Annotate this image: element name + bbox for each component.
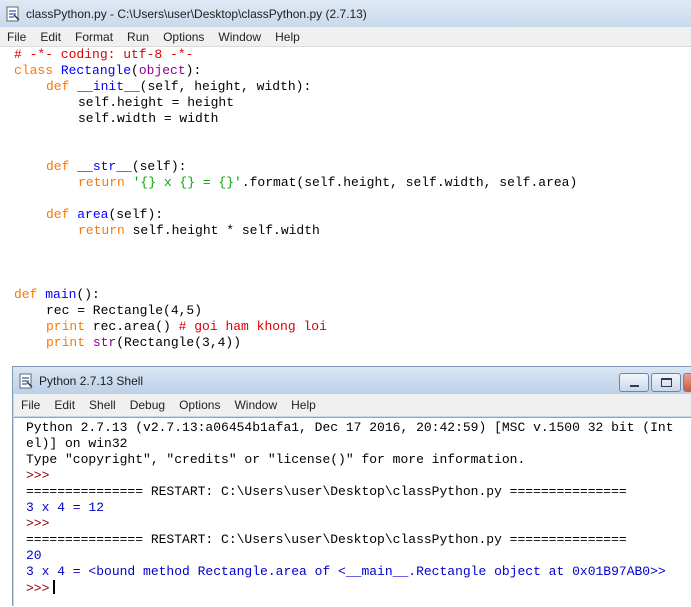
code-text: ):: [185, 63, 202, 78]
menu-run[interactable]: Run: [120, 30, 156, 44]
shell-prompt: >>>: [26, 468, 50, 483]
code-text: (self):: [108, 207, 164, 222]
code-keyword: print: [46, 319, 93, 334]
menu-options[interactable]: Options: [156, 30, 211, 44]
maximize-button[interactable]: [651, 373, 681, 392]
menu-edit[interactable]: Edit: [47, 398, 82, 412]
text-cursor: [53, 580, 56, 594]
menu-shell[interactable]: Shell: [82, 398, 123, 412]
menu-window[interactable]: Window: [227, 398, 284, 412]
editor-title: classPython.py - C:\Users\user\Desktop\c…: [26, 6, 367, 21]
code-line: def area(self):: [46, 207, 163, 223]
code-text: rec = Rectangle(4,5): [46, 303, 203, 318]
code-line: rec = Rectangle(4,5): [46, 303, 202, 319]
code-builtin: object: [138, 63, 186, 78]
menu-file[interactable]: File: [14, 398, 47, 412]
menu-debug[interactable]: Debug: [123, 398, 172, 412]
code-text: (self):: [131, 159, 187, 174]
menu-help[interactable]: Help: [268, 30, 307, 44]
editor-titlebar[interactable]: classPython.py - C:\Users\user\Desktop\c…: [0, 0, 691, 27]
code-keyword: def: [46, 79, 78, 94]
menu-edit[interactable]: Edit: [33, 30, 68, 44]
shell-line: Type "copyright", "credits" or "license(…: [26, 452, 526, 467]
maximize-icon: [660, 378, 672, 387]
code-line: # -*- coding: utf-8 -*-: [14, 47, 193, 63]
code-keyword: def: [46, 159, 78, 174]
code-function-name: area: [77, 207, 109, 222]
editor-menubar: File Edit Format Run Options Window Help: [0, 27, 691, 47]
shell-line: Python 2.7.13 (v2.7.13:a06454b1afa1, Dec…: [26, 420, 674, 435]
code-comment: # -*- coding: utf-8 -*-: [14, 47, 194, 62]
close-button[interactable]: [683, 373, 691, 392]
shell-output[interactable]: Python 2.7.13 (v2.7.13:a06454b1afa1, Dec…: [14, 417, 691, 607]
code-text: self.height * self.width: [132, 223, 320, 238]
minimize-button[interactable]: [619, 373, 649, 392]
code-text: .format(self.height, self.width, self.ar…: [241, 175, 578, 190]
code-text: (: [131, 63, 139, 78]
code-comment: # goi ham khong loi: [178, 319, 327, 334]
python-file-icon: [6, 6, 20, 21]
shell-window: Python 2.7.13 Shell File Edit Shell Debu…: [12, 366, 691, 607]
minimize-icon: [629, 384, 639, 387]
code-line: def main():: [14, 287, 100, 303]
code-string: '{} x {} = {}': [132, 175, 242, 190]
code-line: return '{} x {} = {}'.format(self.height…: [78, 175, 577, 191]
code-text: ():: [76, 287, 100, 302]
code-function-name: main: [45, 287, 77, 302]
menu-help[interactable]: Help: [284, 398, 323, 412]
code-line: class Rectangle(object):: [14, 63, 201, 79]
code-function-name: __init__: [77, 79, 140, 94]
code-text: self.width = width: [78, 111, 219, 126]
shell-prompt: >>>: [26, 516, 50, 531]
code-text: (self, height, width):: [139, 79, 312, 94]
code-keyword: return: [78, 175, 133, 190]
menu-file[interactable]: File: [0, 30, 33, 44]
code-text: rec.area(): [92, 319, 179, 334]
shell-current-prompt[interactable]: >>>: [26, 580, 56, 596]
shell-output-line: 3 x 4 = 12: [26, 500, 105, 515]
code-line: def __init__(self, height, width):: [46, 79, 311, 95]
code-line: self.height = height: [78, 95, 234, 111]
code-text: (Rectangle(3,4)): [116, 335, 242, 350]
shell-title: Python 2.7.13 Shell: [39, 373, 144, 388]
shell-menubar: File Edit Shell Debug Options Window Hel…: [14, 394, 691, 416]
shell-line: el)] on win32: [26, 436, 128, 451]
code-line: self.width = width: [78, 111, 218, 127]
code-keyword: def: [46, 207, 78, 222]
code-keyword: class: [14, 63, 61, 78]
code-keyword: def: [14, 287, 46, 302]
menu-options[interactable]: Options: [172, 398, 227, 412]
code-line: def __str__(self):: [46, 159, 186, 175]
shell-prompt: >>>: [26, 581, 50, 596]
code-class-name: Rectangle: [60, 63, 132, 78]
code-function-name: __str__: [77, 159, 132, 174]
code-keyword: print: [46, 335, 93, 350]
code-editor[interactable]: # -*- coding: utf-8 -*- class Rectangle(…: [0, 47, 691, 363]
code-builtin: str: [92, 335, 117, 350]
shell-restart-line: =============== RESTART: C:\Users\user\D…: [26, 484, 627, 499]
menu-format[interactable]: Format: [68, 30, 120, 44]
python-shell-icon: [19, 373, 33, 388]
window-controls: [617, 373, 691, 392]
code-text: self.height = height: [78, 95, 235, 110]
code-keyword: return: [78, 223, 133, 238]
shell-output-line: 3 x 4 = <bound method Rectangle.area of …: [26, 564, 666, 579]
menu-window[interactable]: Window: [211, 30, 268, 44]
shell-output-line: 20: [26, 548, 42, 563]
code-line: print rec.area() # goi ham khong loi: [46, 319, 327, 335]
code-line: print str(Rectangle(3,4)): [46, 335, 241, 351]
code-line: return self.height * self.width: [78, 223, 320, 239]
shell-titlebar[interactable]: Python 2.7.13 Shell: [13, 367, 691, 394]
shell-restart-line: =============== RESTART: C:\Users\user\D…: [26, 532, 627, 547]
